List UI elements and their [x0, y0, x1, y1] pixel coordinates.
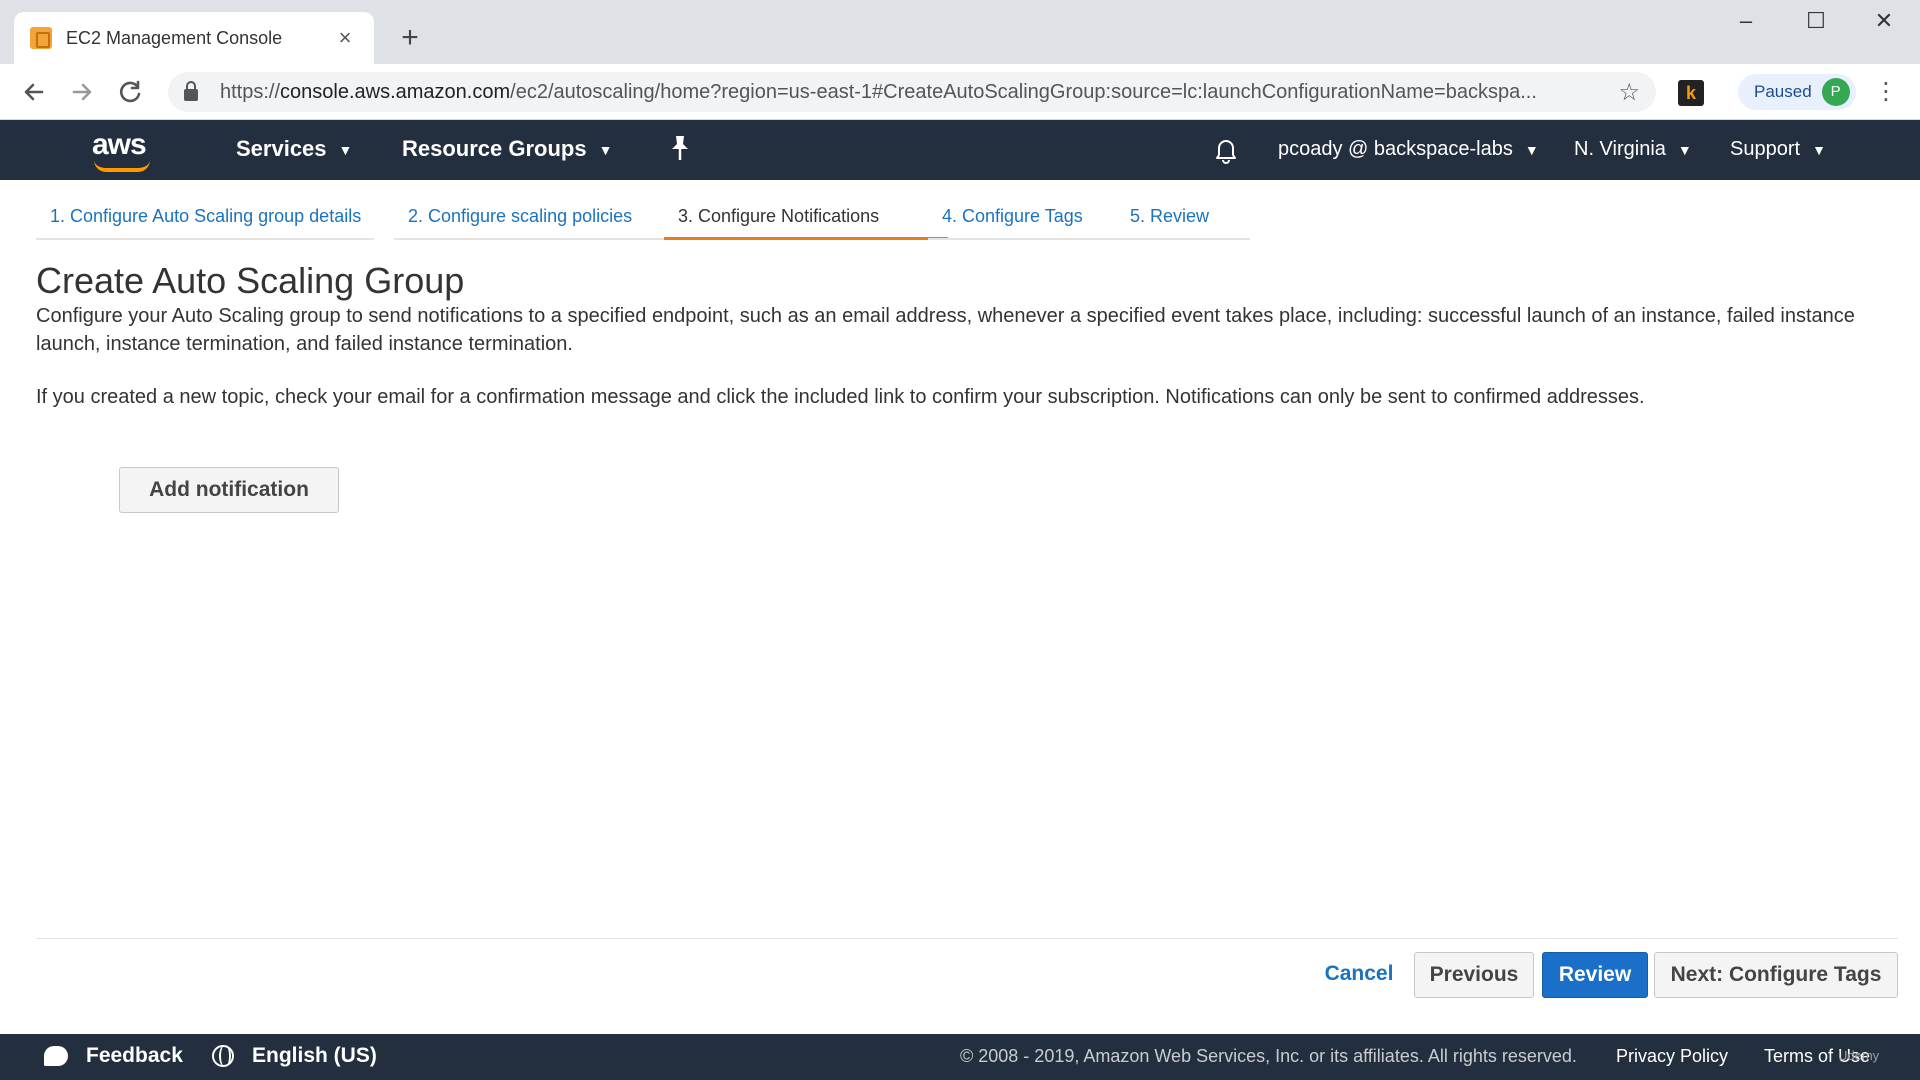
next-configure-tags-button[interactable]: Next: Configure Tags	[1654, 952, 1898, 998]
browser-toolbar: https://console.aws.amazon.com/ec2/autos…	[0, 64, 1920, 120]
bookmark-star-icon[interactable]: ☆	[1618, 78, 1640, 107]
tab-close-icon[interactable]: ×	[332, 25, 358, 51]
chevron-down-icon: ▼	[1524, 141, 1539, 158]
wizard-steps: 1. Configure Auto Scaling group details …	[36, 196, 1920, 240]
back-icon[interactable]	[16, 74, 52, 110]
previous-button[interactable]: Previous	[1414, 952, 1534, 998]
support-menu[interactable]: Support ▼	[1730, 138, 1826, 161]
cancel-button[interactable]: Cancel	[1316, 952, 1402, 998]
address-bar[interactable]: https://console.aws.amazon.com/ec2/autos…	[168, 72, 1656, 112]
profile-avatar: P	[1821, 78, 1850, 106]
bell-icon[interactable]	[1212, 136, 1240, 164]
globe-icon	[212, 1045, 234, 1067]
url-text: https://console.aws.amazon.com/ec2/autos…	[220, 80, 1537, 103]
browser-tab-bar: EC2 Management Console × + – ☐ ✕	[0, 0, 1920, 64]
console-footer: Feedback English (US) © 2008 - 2019, Ama…	[0, 1034, 1920, 1080]
resource-groups-menu[interactable]: Resource Groups ▼	[402, 136, 612, 162]
step-review[interactable]: 5. Review	[1116, 196, 1250, 240]
add-notification-button[interactable]: Add notification	[119, 467, 339, 513]
feedback-label: Feedback	[86, 1044, 183, 1067]
speech-bubble-icon	[44, 1046, 68, 1066]
page-title: Create Auto Scaling Group	[36, 260, 465, 301]
browser-menu-icon[interactable]: ⋮	[1874, 78, 1898, 106]
region-menu[interactable]: N. Virginia ▼	[1574, 138, 1692, 161]
extension-k-icon[interactable]: k	[1678, 80, 1704, 106]
actions-divider	[36, 938, 1898, 939]
pin-icon[interactable]	[668, 134, 692, 168]
step-configure-notifications[interactable]: 3. Configure Notifications	[664, 196, 948, 240]
step-scaling-policies[interactable]: 2. Configure scaling policies	[394, 196, 684, 240]
resource-groups-label: Resource Groups	[402, 136, 587, 161]
review-button[interactable]: Review	[1542, 952, 1648, 998]
chevron-down-icon: ▼	[1812, 141, 1826, 158]
aws-top-nav: aws Services ▼ Resource Groups ▼ pcoady @ …	[0, 120, 1920, 180]
aws-logo[interactable]: aws	[92, 128, 147, 162]
support-label: Support	[1730, 138, 1801, 160]
new-tab-button[interactable]: +	[392, 20, 428, 56]
forward-icon[interactable]	[64, 74, 100, 110]
minimize-window-button[interactable]: –	[1726, 8, 1766, 34]
lock-icon	[184, 81, 198, 101]
language-selector[interactable]: English (US)	[212, 1044, 377, 1068]
browser-tab[interactable]: EC2 Management Console ×	[14, 12, 374, 64]
step-configure-details[interactable]: 1. Configure Auto Scaling group details	[36, 196, 374, 240]
chevron-down-icon: ▼	[598, 142, 613, 159]
services-menu[interactable]: Services ▼	[236, 136, 352, 162]
account-label: pcoady @ backspace-labs	[1278, 138, 1513, 160]
confirmation-note: If you created a new topic, check your e…	[36, 386, 1645, 408]
tab-title: EC2 Management Console	[66, 27, 283, 48]
privacy-policy-link[interactable]: Privacy Policy	[1616, 1046, 1728, 1067]
step-configure-tags[interactable]: 4. Configure Tags	[928, 196, 1126, 240]
account-menu[interactable]: pcoady @ backspace-labs ▼	[1278, 138, 1539, 161]
chevron-down-icon: ▼	[338, 142, 353, 159]
udemy-watermark: Udemy	[1838, 1048, 1880, 1063]
feedback-button[interactable]: Feedback	[44, 1044, 183, 1068]
chevron-down-icon: ▼	[1677, 141, 1692, 158]
notifications-description: Configure your Auto Scaling group to sen…	[36, 305, 1855, 355]
sync-paused-button[interactable]: Paused P	[1738, 74, 1856, 110]
copyright-text: © 2008 - 2019, Amazon Web Services, Inc.…	[960, 1046, 1577, 1066]
maximize-window-button[interactable]: ☐	[1796, 8, 1836, 34]
aws-favicon-icon	[30, 27, 52, 49]
close-window-button[interactable]: ✕	[1864, 8, 1904, 34]
language-label: English (US)	[252, 1044, 377, 1067]
region-label: N. Virginia	[1574, 138, 1666, 160]
aws-logo-smile-icon	[94, 160, 150, 172]
reload-icon[interactable]	[112, 74, 148, 110]
paused-label: Paused	[1754, 82, 1812, 101]
services-label: Services	[236, 136, 327, 161]
